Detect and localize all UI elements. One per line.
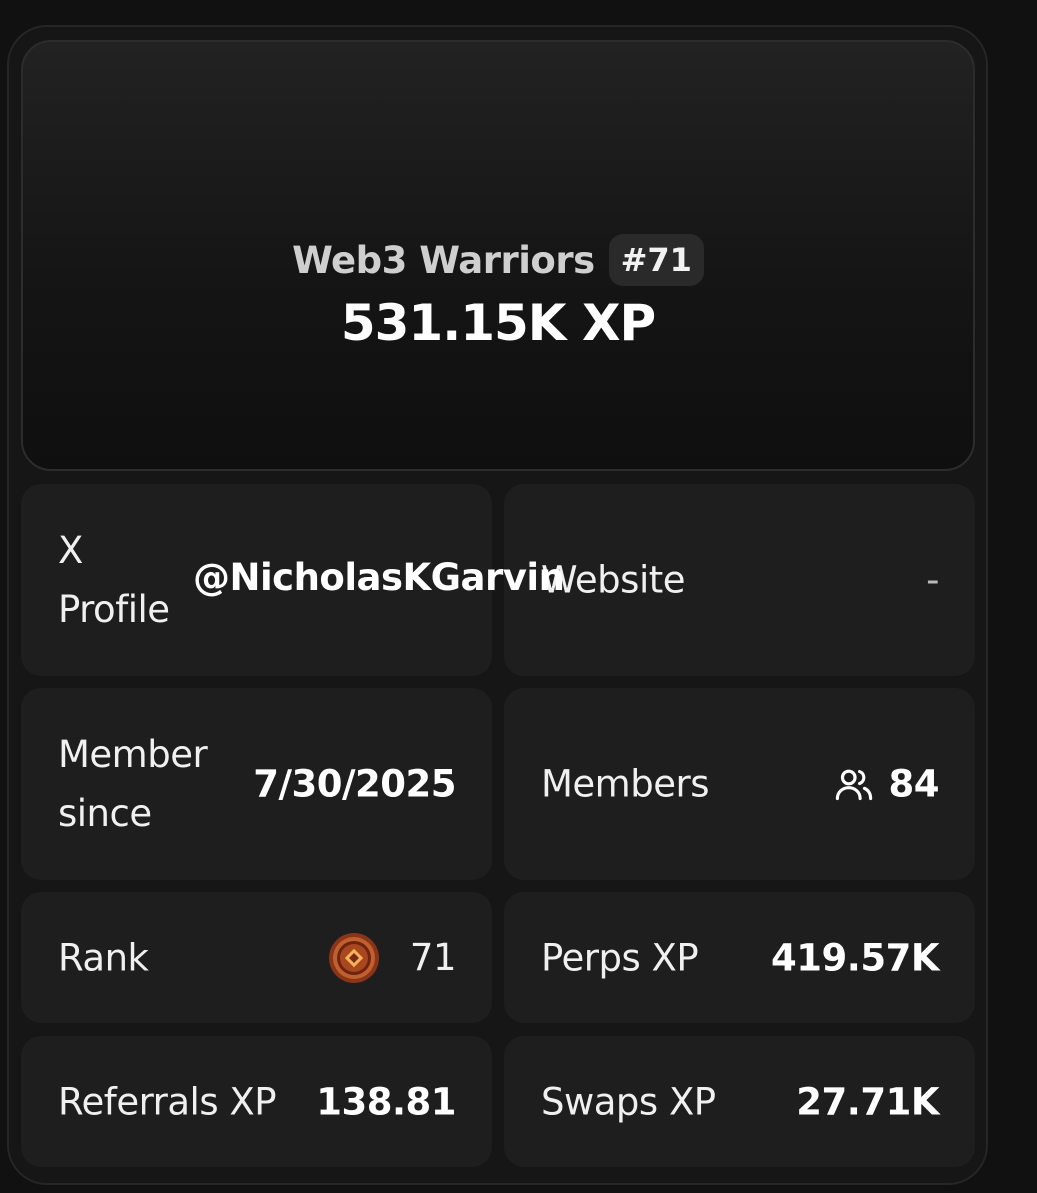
swaps-xp-value: 27.71K — [796, 1080, 939, 1123]
users-icon — [835, 769, 872, 800]
perps-xp-value: 419.57K — [771, 936, 939, 979]
referrals-xp-cell: Referrals XP 138.81 — [21, 1036, 492, 1167]
perps-xp-label: Perps XP — [541, 935, 699, 979]
x-profile-link[interactable]: @NicholasKGarvin — [193, 556, 565, 599]
rank-number: 71 — [409, 936, 457, 979]
team-title-row: Web3 Warriors #71 — [23, 228, 973, 292]
x-profile-label: X Profile — [58, 528, 170, 631]
rank-medal-icon — [328, 932, 379, 983]
total-xp: 531.15K XP — [340, 294, 656, 352]
perps-xp-cell: Perps XP 419.57K — [504, 892, 975, 1023]
team-name: Web3 Warriors — [292, 238, 595, 282]
rank-label: Rank — [58, 935, 149, 979]
website-value[interactable]: - — [926, 559, 939, 602]
rank-value-group: 71 — [328, 932, 457, 984]
swaps-xp-cell: Swaps XP 27.71K — [504, 1036, 975, 1167]
members-count: 84 — [888, 762, 940, 806]
member-since-label: Member since — [58, 732, 208, 835]
member-since-value: 7/30/2025 — [253, 762, 456, 806]
rank-badge: #71 — [608, 234, 704, 286]
members-value-group: 84 — [833, 762, 940, 806]
referrals-xp-value: 138.81 — [316, 1080, 456, 1123]
members-cell: Members 84 — [504, 688, 975, 880]
swaps-xp-label: Swaps XP — [541, 1079, 716, 1123]
team-header: Web3 Warriors #71 531.15K XP — [21, 40, 975, 471]
website-cell: Website - — [504, 484, 975, 676]
members-label: Members — [541, 762, 709, 806]
member-since-cell: Member since 7/30/2025 — [21, 688, 492, 880]
referrals-xp-label: Referrals XP — [58, 1079, 277, 1123]
rank-cell: Rank 71 — [21, 892, 492, 1023]
